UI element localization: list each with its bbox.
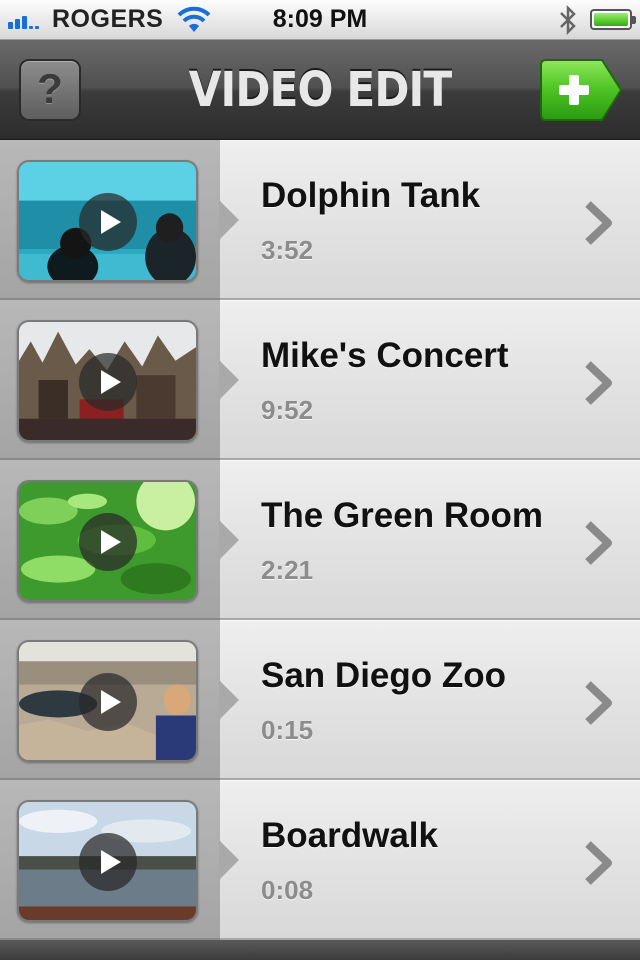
video-thumbnail[interactable] (17, 800, 198, 922)
status-time: 8:09 PM (272, 5, 368, 33)
video-title: Mike's Concert (261, 336, 509, 375)
battery-icon (590, 9, 636, 30)
play-icon[interactable] (79, 673, 137, 731)
list-item[interactable]: Mike's Concert 9:52 (0, 300, 640, 460)
page-title: VIDEO EDIT (188, 62, 452, 118)
video-duration: 0:08 (261, 875, 314, 905)
play-icon[interactable] (79, 833, 137, 891)
video-title: San Diego Zoo (261, 656, 506, 695)
video-title: Dolphin Tank (261, 176, 481, 215)
add-video-button[interactable] (540, 59, 622, 121)
chevron-right-icon (585, 201, 612, 245)
play-icon[interactable] (79, 353, 137, 411)
list-item[interactable]: Boardwalk 0:08 (0, 780, 640, 940)
status-bar: ROGERS 8:09 PM (0, 0, 640, 40)
video-thumbnail[interactable] (17, 160, 198, 282)
list-item[interactable]: San Diego Zoo 0:15 (0, 620, 640, 780)
video-duration: 2:21 (261, 555, 314, 585)
video-title: The Green Room (261, 496, 543, 535)
bluetooth-icon (560, 4, 576, 36)
chevron-right-icon (585, 841, 612, 885)
video-title: Boardwalk (261, 816, 438, 855)
play-icon[interactable] (79, 193, 137, 251)
video-duration: 9:52 (261, 395, 314, 425)
list-item[interactable]: Dolphin Tank 3:52 (0, 140, 640, 300)
video-thumbnail[interactable] (17, 320, 198, 442)
toolbar-edge (0, 940, 640, 960)
chevron-right-icon (585, 521, 612, 565)
play-icon[interactable] (79, 513, 137, 571)
video-duration: 0:15 (261, 715, 314, 745)
video-thumbnail[interactable] (17, 480, 198, 602)
chevron-right-icon (585, 681, 612, 725)
chevron-right-icon (585, 361, 612, 405)
video-list: Dolphin Tank 3:52 Mike's Concert 9:52 Th… (0, 140, 640, 940)
video-duration: 3:52 (261, 235, 314, 265)
navigation-bar: ? VIDEO EDIT (0, 40, 640, 140)
list-item[interactable]: The Green Room 2:21 (0, 460, 640, 620)
video-thumbnail[interactable] (17, 640, 198, 762)
